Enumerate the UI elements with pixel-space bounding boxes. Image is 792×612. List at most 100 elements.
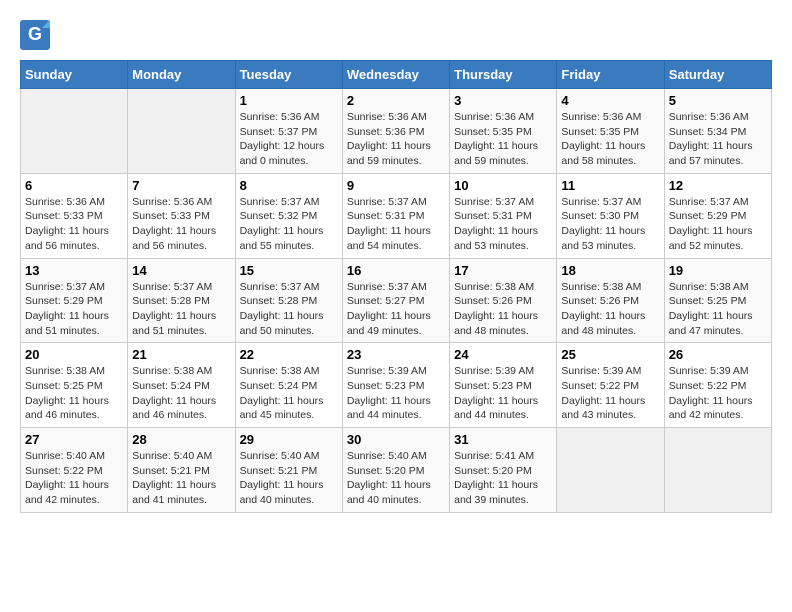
calendar-cell: 10 Sunrise: 5:37 AM Sunset: 5:31 PM Dayli…	[450, 173, 557, 258]
day-number: 19	[669, 263, 767, 278]
calendar-cell: 24 Sunrise: 5:39 AM Sunset: 5:23 PM Dayli…	[450, 343, 557, 428]
logo-icon: G	[20, 20, 50, 50]
day-number: 28	[132, 432, 230, 447]
day-number: 24	[454, 347, 552, 362]
calendar-week-row: 20Sunrise: 5:38 AM Sunset: 5:25 PM Dayli…	[21, 343, 772, 428]
day-number: 7	[132, 178, 230, 193]
calendar-cell: 12 Sunrise: 5:37 AM Sunset: 5:29 PM Dayli…	[664, 173, 771, 258]
day-info: Sunrise: 5:36 AM Sunset: 5:37 PM Dayligh…	[240, 110, 338, 169]
calendar-cell: 11 Sunrise: 5:37 AM Sunset: 5:30 PM Dayli…	[557, 173, 664, 258]
day-info: Sunrise: 5:37 AM Sunset: 5:30 PM Dayligh…	[561, 195, 659, 254]
calendar-week-row: 27 Sunrise: 5:40 AM Sunset: 5:22 PM Dayli…	[21, 428, 772, 513]
day-info: Sunrise: 5:36 AM Sunset: 5:34 PM Dayligh…	[669, 110, 767, 169]
calendar-cell: 6 Sunrise: 5:36 AM Sunset: 5:33 PM Daylig…	[21, 173, 128, 258]
day-info: Sunrise: 5:40 AM Sunset: 5:21 PM Dayligh…	[240, 449, 338, 508]
day-number: 14	[132, 263, 230, 278]
day-number: 30	[347, 432, 445, 447]
calendar-cell: 13 Sunrise: 5:37 AM Sunset: 5:29 PM Dayli…	[21, 258, 128, 343]
calendar-header-saturday: Saturday	[664, 61, 771, 89]
calendar-cell: 26 Sunrise: 5:39 AM Sunset: 5:22 PM Dayli…	[664, 343, 771, 428]
day-number: 25	[561, 347, 659, 362]
calendar-cell	[664, 428, 771, 513]
day-info: Sunrise: 5:37 AM Sunset: 5:28 PM Dayligh…	[240, 280, 338, 339]
day-info: Sunrise: 5:37 AM Sunset: 5:28 PM Dayligh…	[132, 280, 230, 339]
calendar-week-row: 13 Sunrise: 5:37 AM Sunset: 5:29 PM Dayli…	[21, 258, 772, 343]
day-info: Sunrise: 5:39 AM Sunset: 5:23 PM Dayligh…	[347, 364, 445, 423]
day-info: Sunrise: 5:39 AM Sunset: 5:22 PM Dayligh…	[561, 364, 659, 423]
day-info: Sunrise: 5:36 AM Sunset: 5:33 PM Dayligh…	[132, 195, 230, 254]
day-number: 9	[347, 178, 445, 193]
day-number: 27	[25, 432, 123, 447]
day-number: 6	[25, 178, 123, 193]
calendar-cell: 22 Sunrise: 5:38 AM Sunset: 5:24 PM Dayli…	[235, 343, 342, 428]
calendar-cell: 27 Sunrise: 5:40 AM Sunset: 5:22 PM Dayli…	[21, 428, 128, 513]
day-info: Sunrise: 5:37 AM Sunset: 5:29 PM Dayligh…	[669, 195, 767, 254]
calendar-header-tuesday: Tuesday	[235, 61, 342, 89]
calendar-header-sunday: Sunday	[21, 61, 128, 89]
day-number: 21	[132, 347, 230, 362]
svg-text:G: G	[28, 24, 42, 44]
day-info: Sunrise: 5:39 AM Sunset: 5:23 PM Dayligh…	[454, 364, 552, 423]
day-number: 11	[561, 178, 659, 193]
day-info: Sunrise: 5:38 AM Sunset: 5:25 PM Dayligh…	[669, 280, 767, 339]
day-number: 2	[347, 93, 445, 108]
day-number: 5	[669, 93, 767, 108]
calendar-body: 1 Sunrise: 5:36 AM Sunset: 5:37 PM Daylig…	[21, 89, 772, 513]
day-number: 13	[25, 263, 123, 278]
day-info: Sunrise: 5:38 AM Sunset: 5:25 PM Dayligh…	[25, 364, 123, 423]
day-number: 3	[454, 93, 552, 108]
calendar-cell: 2Sunrise: 5:36 AM Sunset: 5:36 PM Daylig…	[342, 89, 449, 174]
calendar-cell: 1 Sunrise: 5:36 AM Sunset: 5:37 PM Daylig…	[235, 89, 342, 174]
day-number: 23	[347, 347, 445, 362]
day-info: Sunrise: 5:37 AM Sunset: 5:27 PM Dayligh…	[347, 280, 445, 339]
day-number: 8	[240, 178, 338, 193]
calendar-cell: 30Sunrise: 5:40 AM Sunset: 5:20 PM Dayli…	[342, 428, 449, 513]
day-info: Sunrise: 5:38 AM Sunset: 5:24 PM Dayligh…	[132, 364, 230, 423]
calendar-cell	[21, 89, 128, 174]
day-number: 12	[669, 178, 767, 193]
day-number: 10	[454, 178, 552, 193]
calendar-cell: 19 Sunrise: 5:38 AM Sunset: 5:25 PM Dayli…	[664, 258, 771, 343]
calendar-header-wednesday: Wednesday	[342, 61, 449, 89]
day-number: 15	[240, 263, 338, 278]
calendar-cell: 15 Sunrise: 5:37 AM Sunset: 5:28 PM Dayli…	[235, 258, 342, 343]
calendar-cell: 9 Sunrise: 5:37 AM Sunset: 5:31 PM Daylig…	[342, 173, 449, 258]
calendar-cell: 14 Sunrise: 5:37 AM Sunset: 5:28 PM Dayli…	[128, 258, 235, 343]
logo: G	[20, 20, 54, 50]
day-info: Sunrise: 5:40 AM Sunset: 5:21 PM Dayligh…	[132, 449, 230, 508]
day-number: 22	[240, 347, 338, 362]
day-info: Sunrise: 5:38 AM Sunset: 5:26 PM Dayligh…	[454, 280, 552, 339]
day-number: 18	[561, 263, 659, 278]
calendar-cell: 8 Sunrise: 5:37 AM Sunset: 5:32 PM Daylig…	[235, 173, 342, 258]
day-info: Sunrise: 5:37 AM Sunset: 5:31 PM Dayligh…	[347, 195, 445, 254]
calendar-header-monday: Monday	[128, 61, 235, 89]
day-info: Sunrise: 5:36 AM Sunset: 5:33 PM Dayligh…	[25, 195, 123, 254]
day-info: Sunrise: 5:37 AM Sunset: 5:31 PM Dayligh…	[454, 195, 552, 254]
calendar-cell	[557, 428, 664, 513]
calendar-header-row: SundayMondayTuesdayWednesdayThursdayFrid…	[21, 61, 772, 89]
day-number: 26	[669, 347, 767, 362]
day-number: 29	[240, 432, 338, 447]
day-number: 16	[347, 263, 445, 278]
day-info: Sunrise: 5:36 AM Sunset: 5:35 PM Dayligh…	[454, 110, 552, 169]
calendar-cell	[128, 89, 235, 174]
day-info: Sunrise: 5:38 AM Sunset: 5:24 PM Dayligh…	[240, 364, 338, 423]
calendar-cell: 5 Sunrise: 5:36 AM Sunset: 5:34 PM Daylig…	[664, 89, 771, 174]
calendar-cell: 20Sunrise: 5:38 AM Sunset: 5:25 PM Dayli…	[21, 343, 128, 428]
day-number: 17	[454, 263, 552, 278]
calendar-cell: 16 Sunrise: 5:37 AM Sunset: 5:27 PM Dayli…	[342, 258, 449, 343]
calendar-week-row: 1 Sunrise: 5:36 AM Sunset: 5:37 PM Daylig…	[21, 89, 772, 174]
day-number: 1	[240, 93, 338, 108]
calendar-cell: 28 Sunrise: 5:40 AM Sunset: 5:21 PM Dayli…	[128, 428, 235, 513]
day-info: Sunrise: 5:37 AM Sunset: 5:32 PM Dayligh…	[240, 195, 338, 254]
day-number: 4	[561, 93, 659, 108]
calendar-cell: 21 Sunrise: 5:38 AM Sunset: 5:24 PM Dayli…	[128, 343, 235, 428]
day-info: Sunrise: 5:39 AM Sunset: 5:22 PM Dayligh…	[669, 364, 767, 423]
day-info: Sunrise: 5:37 AM Sunset: 5:29 PM Dayligh…	[25, 280, 123, 339]
calendar-cell: 25 Sunrise: 5:39 AM Sunset: 5:22 PM Dayli…	[557, 343, 664, 428]
day-info: Sunrise: 5:40 AM Sunset: 5:22 PM Dayligh…	[25, 449, 123, 508]
calendar-cell: 7 Sunrise: 5:36 AM Sunset: 5:33 PM Daylig…	[128, 173, 235, 258]
calendar-cell: 18Sunrise: 5:38 AM Sunset: 5:26 PM Dayli…	[557, 258, 664, 343]
calendar-cell: 17 Sunrise: 5:38 AM Sunset: 5:26 PM Dayli…	[450, 258, 557, 343]
calendar-cell: 4Sunrise: 5:36 AM Sunset: 5:35 PM Daylig…	[557, 89, 664, 174]
